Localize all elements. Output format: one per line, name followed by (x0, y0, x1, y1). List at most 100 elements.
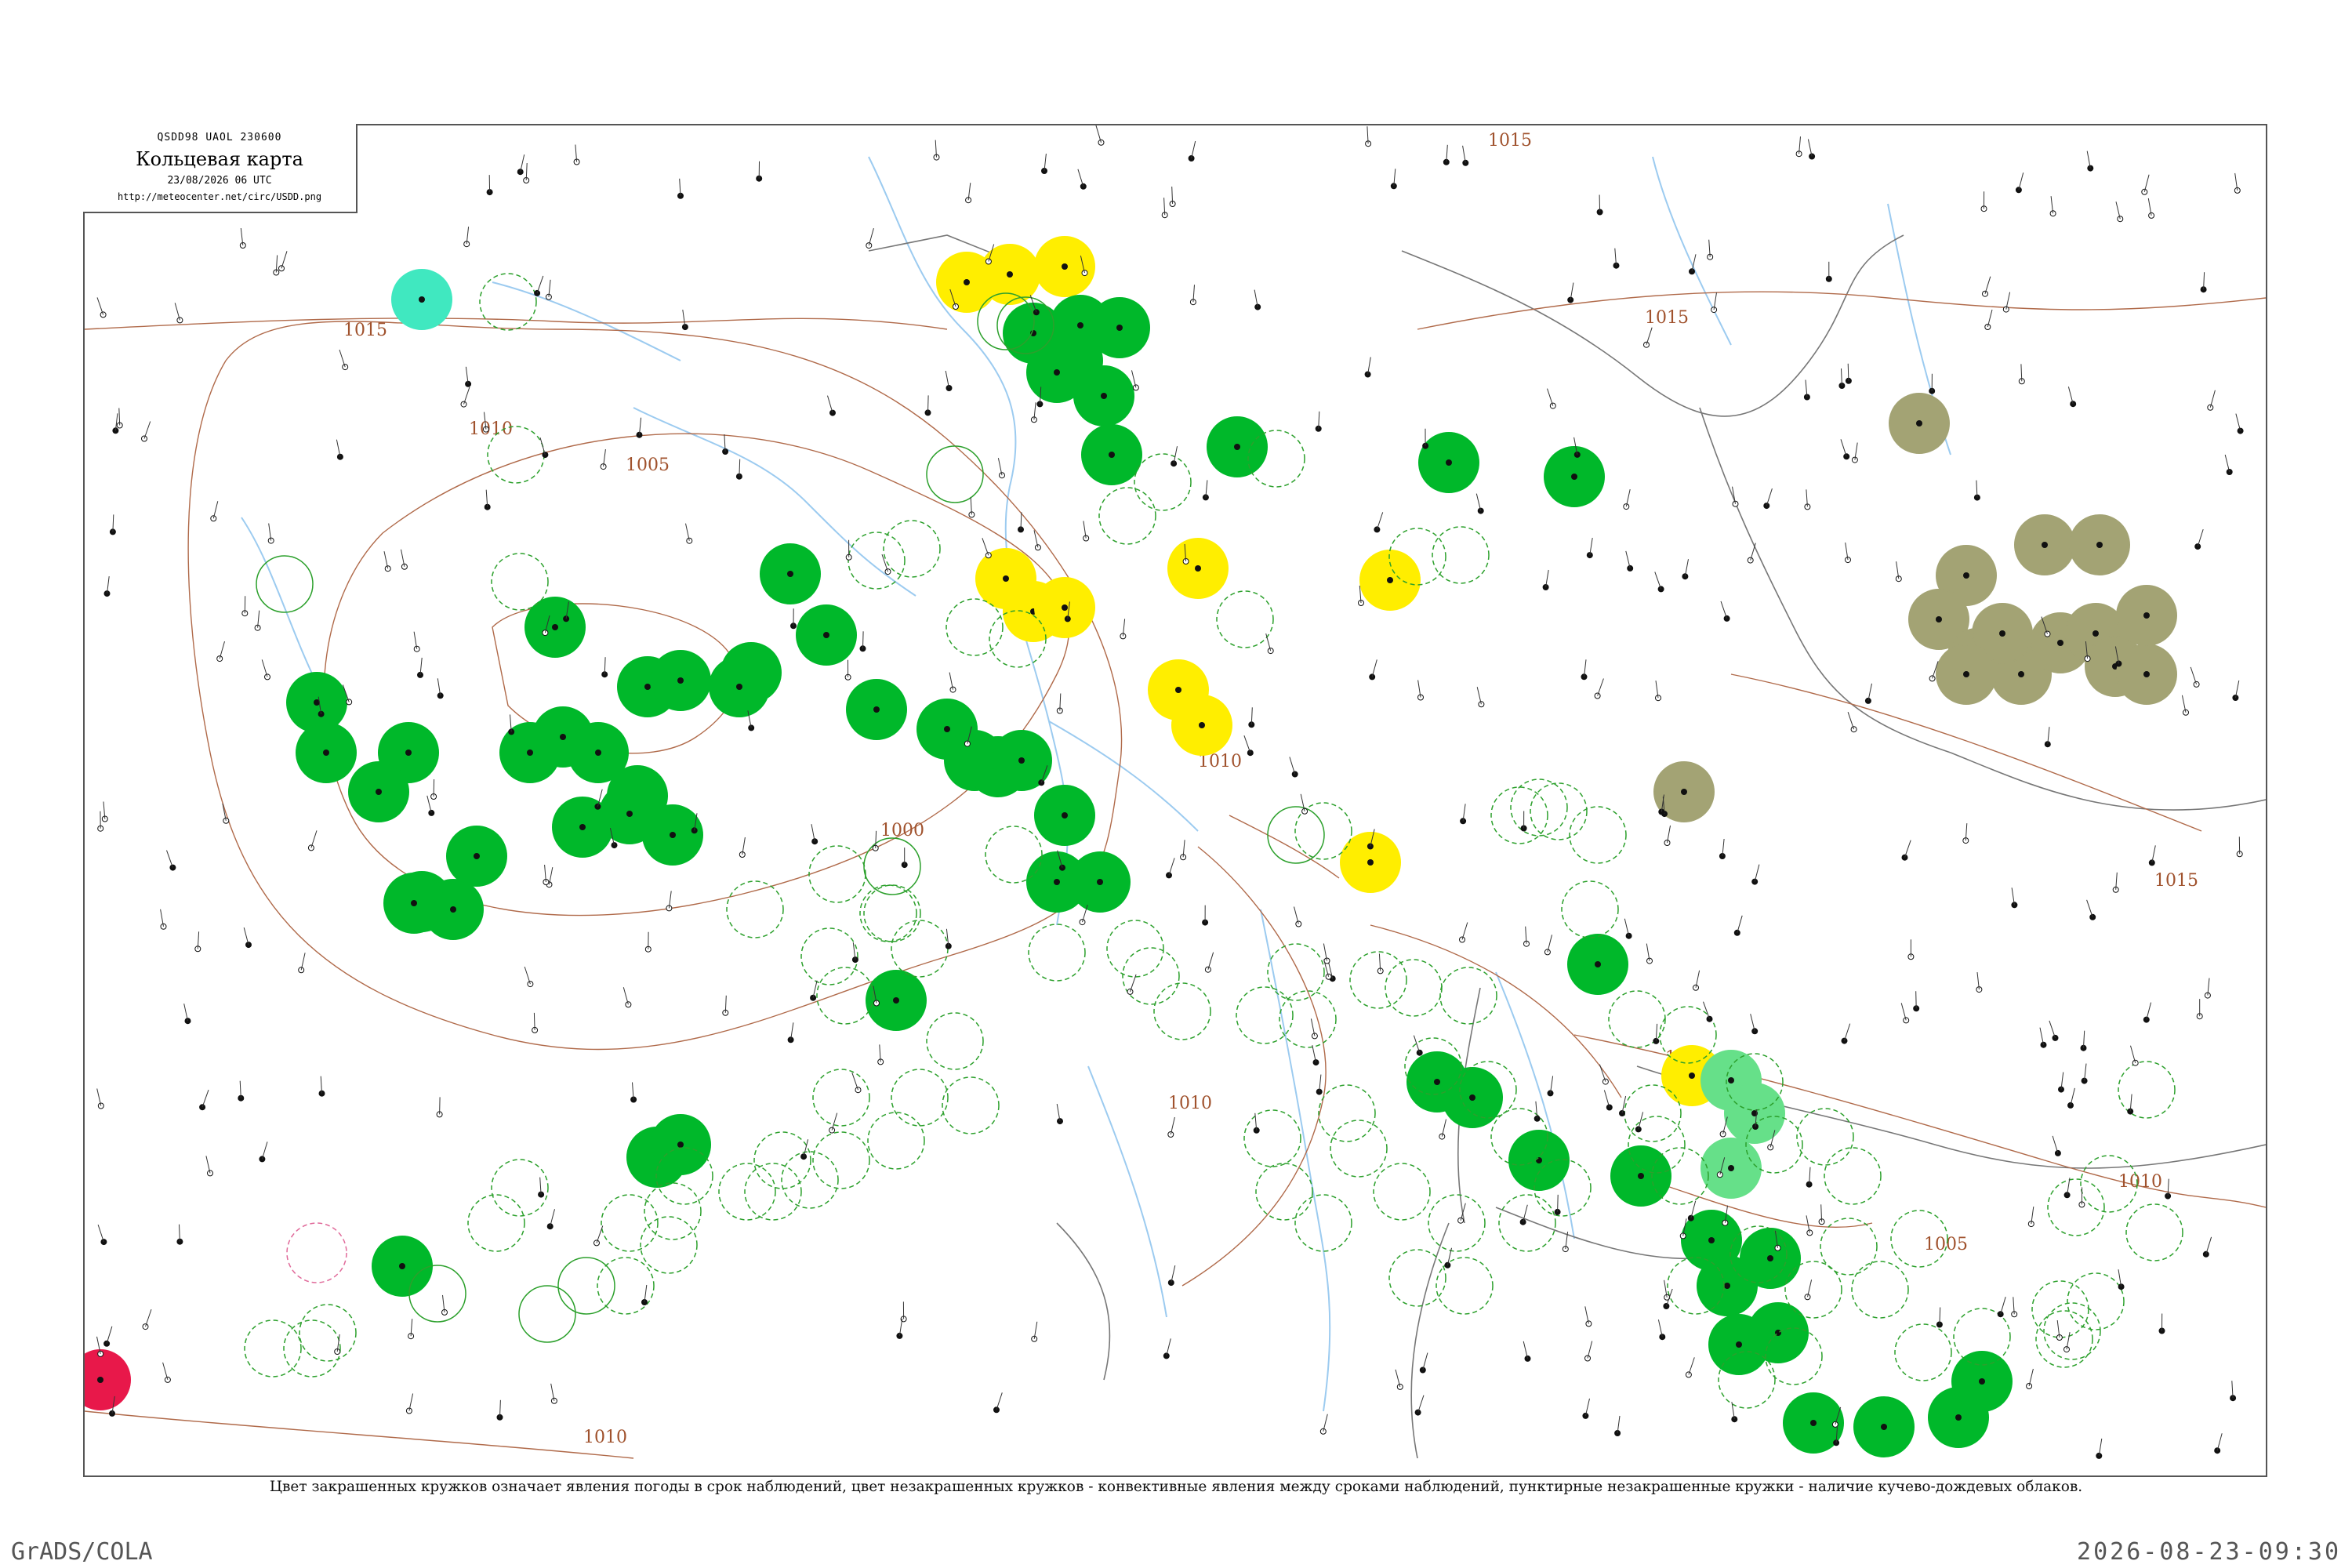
station-symbol (1728, 1165, 1734, 1171)
convective-outline-circle (1098, 487, 1156, 545)
station-symbol (1109, 452, 1115, 458)
borders-layer (868, 234, 2266, 1459)
wind-barb (1900, 1003, 1907, 1021)
wind-barb (96, 1088, 102, 1106)
station-symbol (2042, 542, 2048, 548)
convective-outline-circle (744, 1163, 802, 1221)
convective-outline-circle (1432, 526, 1490, 584)
station-symbol (552, 624, 558, 630)
wind-barb (1523, 1341, 1528, 1359)
render-timestamp: 2026-08-23-09:30 (2077, 1538, 2341, 1566)
wind-barb (1584, 1306, 1589, 1324)
wind-barb (1171, 1265, 1176, 1283)
station-symbol (1018, 757, 1025, 764)
weather-map: 1015 1010 1005 1000 1010 1015 1015 1015 … (83, 124, 2267, 1477)
wind-barb (539, 437, 546, 456)
convective-outline-circle (863, 837, 921, 895)
convective-outline-circle (408, 1265, 466, 1323)
wind-barb (1371, 659, 1377, 677)
wind-barb (997, 458, 1003, 476)
convective-outline-circle (753, 1131, 811, 1189)
wind-barb (2146, 1002, 2152, 1020)
station-symbol (1234, 444, 1240, 450)
wind-barb (2216, 1433, 2223, 1451)
wind-barb (2197, 528, 2204, 547)
station-symbol (411, 900, 417, 906)
wind-barb (1867, 683, 1872, 702)
convective-outline-circle (1530, 782, 1588, 840)
station-symbol (1724, 1283, 1730, 1289)
wind-barb (1844, 1023, 1851, 1041)
station-symbol (1101, 393, 1107, 399)
wind-barb (2235, 413, 2241, 431)
wind-barb (862, 631, 864, 649)
convective-outline-circle (1318, 1084, 1376, 1142)
station-symbol (1003, 575, 1009, 582)
convective-outline-circle (812, 1069, 870, 1127)
station-symbol (1571, 474, 1577, 480)
station-symbol (1708, 1237, 1715, 1243)
isobar-label: 1000 (880, 821, 924, 840)
station-symbol (1955, 1414, 1962, 1421)
wind-barb (1624, 918, 1630, 936)
convective-outline-circle (2125, 1203, 2183, 1261)
station-symbol (1736, 1341, 1742, 1348)
station-symbol (474, 853, 480, 859)
convective-outline-circle (816, 967, 874, 1025)
wind-barb (1599, 194, 1601, 212)
wind-barb (2018, 172, 2024, 191)
convective-outline-circle (518, 1285, 576, 1343)
station-symbol (1434, 1079, 1440, 1085)
station-dot (100, 311, 107, 318)
convective-outline-circle (299, 1304, 357, 1362)
wind-barb (2115, 201, 2121, 220)
wind-barb (2005, 292, 2011, 310)
convective-outline-circle (1267, 806, 1325, 864)
isobar-label: 1005 (1924, 1235, 1968, 1254)
convective-outline-circle (1439, 967, 1497, 1025)
station-symbol (1446, 459, 1452, 466)
wind-barb (1207, 952, 1214, 970)
wind-barb (1547, 388, 1554, 406)
weather-station-marker (85, 1349, 131, 1410)
wind-barb (1587, 1341, 1593, 1359)
isobar-label: 1005 (626, 456, 670, 475)
station-symbol (736, 684, 742, 690)
station-symbol (1979, 1378, 1985, 1385)
convective-outline-circle (1243, 1109, 1301, 1167)
wind-barb (1703, 1001, 1710, 1019)
wind-barb (1441, 1119, 1446, 1137)
hail-outline-circle (286, 1222, 347, 1283)
wind-barb (1646, 327, 1653, 345)
station-symbol (1963, 671, 1969, 677)
wind-barb (1475, 493, 1482, 511)
convective-outline-circle (1373, 1163, 1431, 1221)
wind-barb (1376, 512, 1384, 530)
convective-outline-circle (1153, 982, 1211, 1040)
convective-outline-circle (800, 927, 858, 985)
station-symbol (1097, 879, 1103, 885)
station-symbol (787, 571, 793, 577)
station-symbol (677, 1142, 684, 1148)
wind-barb (1422, 1352, 1428, 1370)
convective-outline-circle (1851, 1261, 1909, 1319)
bulletin-code: QSDD98 UAOL 230600 (157, 132, 282, 143)
wind-barb (1688, 1357, 1695, 1375)
station-symbol (1767, 1255, 1773, 1261)
station-symbol (677, 677, 684, 684)
station-symbol (560, 734, 566, 740)
station-symbol (1367, 859, 1374, 866)
wind-barb (183, 1004, 188, 1022)
wind-barb (439, 1097, 441, 1115)
wind-barb (868, 227, 874, 246)
station-symbol (944, 726, 950, 732)
wind-barb (463, 387, 470, 405)
station-symbol (1881, 1424, 1887, 1430)
wind-barb (2205, 1236, 2212, 1254)
wind-barb (1417, 1395, 1425, 1413)
wind-barb (831, 1112, 838, 1131)
convective-outline-circle (2067, 1272, 2125, 1330)
wind-barb (524, 966, 531, 985)
convective-outline-circle (601, 1194, 659, 1252)
station-symbol (405, 750, 412, 756)
